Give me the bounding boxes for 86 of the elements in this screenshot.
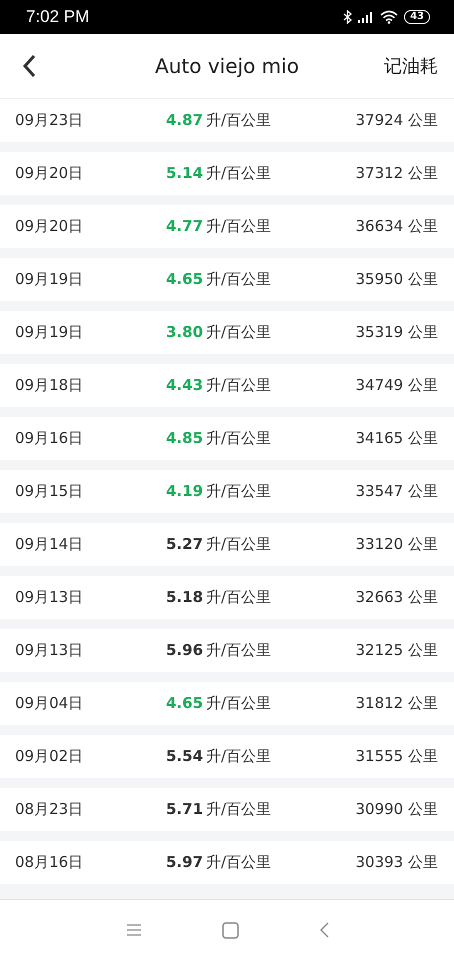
record-distance: 34749 公里	[356, 376, 438, 395]
consumption-unit: 升/百公里	[206, 429, 272, 448]
record-row[interactable]: 09月14日 5.27 升/百公里 33120 公里	[0, 523, 454, 566]
consumption-value: 4.19	[166, 482, 204, 500]
record-row[interactable]: 08月23日 5.71 升/百公里 30990 公里	[0, 788, 454, 831]
record-date: 09月20日	[15, 164, 84, 183]
consumption-unit: 升/百公里	[206, 800, 272, 819]
consumption-value: 5.96	[166, 641, 204, 659]
record-distance: 30990 公里	[356, 800, 438, 819]
record-date: 09月20日	[15, 217, 84, 236]
consumption-value: 3.80	[166, 323, 204, 341]
record-date: 09月02日	[15, 747, 84, 766]
record-date: 09月16日	[15, 429, 84, 448]
menu-icon[interactable]	[126, 923, 142, 937]
consumption-value: 4.77	[166, 217, 204, 235]
record-distance: 35950 公里	[356, 270, 438, 289]
consumption-value: 4.65	[166, 694, 204, 712]
record-distance: 32125 公里	[356, 641, 438, 660]
record-row[interactable]: 09月20日 4.77 升/百公里 36634 公里	[0, 205, 454, 248]
record-date: 09月23日	[15, 111, 84, 130]
back-icon	[22, 54, 36, 78]
consumption-value: 5.18	[166, 588, 204, 606]
record-date: 09月13日	[15, 641, 84, 660]
consumption-value: 5.14	[166, 164, 204, 182]
record-row[interactable]: 09月19日 3.80 升/百公里 35319 公里	[0, 311, 454, 354]
record-distance: 31812 公里	[356, 694, 438, 713]
record-row[interactable]: 09月23日 4.87 升/百公里 37924 公里	[0, 99, 454, 142]
back-nav-icon[interactable]	[318, 922, 328, 938]
record-distance: 33547 公里	[356, 482, 438, 501]
record-date: 09月04日	[15, 694, 84, 713]
record-row[interactable]: 09月13日 5.96 升/百公里 32125 公里	[0, 629, 454, 672]
bluetooth-icon	[343, 10, 352, 24]
record-row[interactable]: 08月16日 5.97 升/百公里 30393 公里	[0, 841, 454, 884]
record-row[interactable]: 09月16日 4.85 升/百公里 34165 公里	[0, 417, 454, 460]
status-time: 7:02 PM	[26, 7, 90, 27]
record-row[interactable]: 09月15日 4.19 升/百公里 33547 公里	[0, 470, 454, 513]
log-fuel-button[interactable]: 记油耗	[380, 50, 442, 82]
record-row[interactable]: 09月04日 4.65 升/百公里 31812 公里	[0, 682, 454, 725]
consumption-unit: 升/百公里	[206, 853, 272, 872]
consumption-value: 4.43	[166, 376, 204, 394]
record-distance: 30393 公里	[356, 853, 438, 872]
consumption-unit: 升/百公里	[206, 482, 272, 501]
consumption-value: 4.85	[166, 429, 204, 447]
consumption-unit: 升/百公里	[206, 111, 272, 130]
consumption-unit: 升/百公里	[206, 535, 272, 554]
consumption-value: 5.54	[166, 747, 204, 765]
record-date: 09月19日	[15, 270, 84, 289]
record-distance: 33120 公里	[356, 535, 438, 554]
record-row[interactable]: 09月18日 4.43 升/百公里 34749 公里	[0, 364, 454, 407]
record-row[interactable]: 09月19日 4.65 升/百公里 35950 公里	[0, 258, 454, 301]
consumption-value: 5.71	[166, 800, 204, 818]
consumption-value: 4.87	[166, 111, 204, 129]
consumption-unit: 升/百公里	[206, 323, 272, 342]
signal-icon	[358, 11, 374, 23]
consumption-unit: 升/百公里	[206, 641, 272, 660]
record-date: 09月19日	[15, 323, 84, 342]
record-date: 09月13日	[15, 588, 84, 607]
consumption-unit: 升/百公里	[206, 270, 272, 289]
consumption-value: 5.27	[166, 535, 204, 553]
page-title: Auto viejo mio	[155, 54, 299, 78]
record-distance: 35319 公里	[356, 323, 438, 342]
record-date: 08月23日	[15, 800, 84, 819]
record-date: 08月16日	[15, 853, 84, 872]
record-distance: 37924 公里	[356, 111, 438, 130]
consumption-value: 4.65	[166, 270, 204, 288]
consumption-unit: 升/百公里	[206, 694, 272, 713]
record-date: 09月14日	[15, 535, 84, 554]
battery-level: 43	[404, 10, 430, 24]
wifi-icon	[380, 10, 398, 24]
consumption-unit: 升/百公里	[206, 376, 272, 395]
home-icon[interactable]	[222, 922, 238, 938]
consumption-value: 5.97	[166, 853, 204, 871]
record-row[interactable]: 09月02日 5.54 升/百公里 31555 公里	[0, 735, 454, 778]
record-date: 09月15日	[15, 482, 84, 501]
consumption-unit: 升/百公里	[206, 747, 272, 766]
record-distance: 36634 公里	[356, 217, 438, 236]
record-date: 09月18日	[15, 376, 84, 395]
consumption-unit: 升/百公里	[206, 217, 272, 236]
record-row[interactable]: 09月20日 5.14 升/百公里 37312 公里	[0, 152, 454, 195]
record-distance: 32663 公里	[356, 588, 438, 607]
record-distance: 34165 公里	[356, 429, 438, 448]
consumption-unit: 升/百公里	[206, 588, 272, 607]
consumption-unit: 升/百公里	[206, 164, 272, 183]
record-row[interactable]: 09月13日 5.18 升/百公里 32663 公里	[0, 576, 454, 619]
record-distance: 31555 公里	[356, 747, 438, 766]
record-distance: 37312 公里	[356, 164, 438, 183]
